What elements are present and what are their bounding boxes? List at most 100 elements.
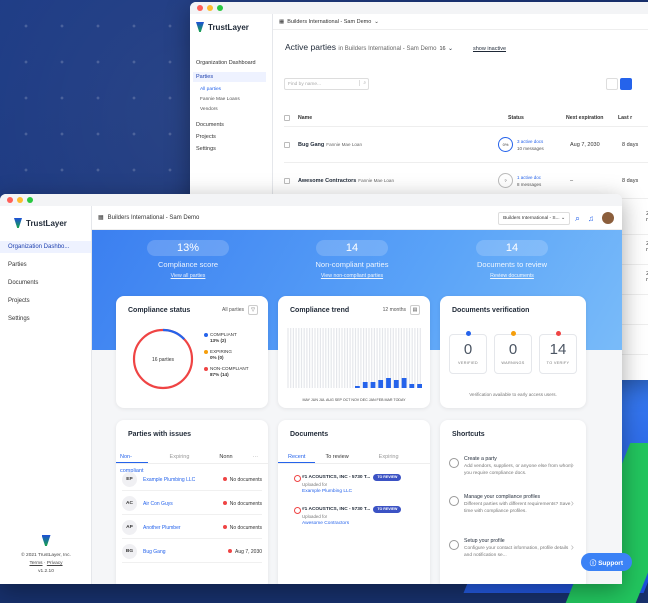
parties-with-issues-card: Parties with issues Non-compliant Expirin… — [116, 420, 268, 584]
shortcut-setup-profile[interactable]: Setup your profile Configure your contact… — [449, 538, 574, 559]
tab-expiring[interactable]: Expiring — [160, 450, 200, 463]
trend-bar — [409, 384, 415, 388]
trend-bar — [401, 378, 407, 388]
show-inactive-link[interactable]: show inactive — [473, 46, 506, 52]
nav-projects[interactable]: Projects — [0, 295, 91, 307]
view-non-compliant-link[interactable]: View non-compliant parties — [272, 273, 432, 279]
nav-organization-dashboard[interactable]: Organization Dashboard — [196, 60, 266, 66]
view-all-parties-link[interactable]: View all parties — [108, 273, 268, 279]
trend-bar — [355, 386, 360, 388]
privacy-link[interactable]: Privacy — [47, 561, 63, 566]
close-dot[interactable] — [197, 5, 203, 11]
logo: TrustLayer — [196, 22, 266, 32]
range-select[interactable]: 12 months — [383, 307, 406, 313]
list-view-button[interactable] — [620, 78, 632, 90]
tab-nonn[interactable]: Nonn — [199, 450, 242, 463]
minimize-dot[interactable] — [17, 197, 23, 203]
status-badge: Aug 7, 2030 — [228, 549, 262, 555]
trend-bar — [386, 378, 391, 388]
search-input[interactable]: Find by name... ⌕ — [284, 78, 369, 90]
tab-recent[interactable]: Recent — [278, 450, 316, 463]
tab-expiring[interactable]: Expiring — [369, 450, 409, 463]
hero-compliance-score: 13% Compliance score View all parties — [108, 238, 268, 279]
grid-view-button[interactable] — [606, 78, 618, 90]
nav-all-parties[interactable]: All parties — [200, 87, 266, 92]
avatar[interactable] — [602, 212, 614, 224]
trend-chart — [287, 328, 422, 388]
documents-tabs: Recent To review Expiring — [278, 450, 430, 464]
help-icon: ⓘ — [589, 560, 599, 567]
nav-documents[interactable]: Documents — [0, 277, 91, 289]
tab-non-compliant[interactable]: Non-compliant — [116, 450, 148, 474]
chevron-down-icon[interactable]: ⌄ — [448, 46, 453, 52]
compliance-status-card: Compliance status All parties ▽ 16 partie… — [116, 296, 268, 408]
filter-icon[interactable]: ▽ — [248, 305, 258, 315]
maximize-dot[interactable] — [27, 197, 33, 203]
row-checkbox[interactable] — [284, 177, 290, 184]
org-select[interactable]: Builders International - S... ⌄ — [498, 212, 570, 225]
compliance-donut: 16 parties — [132, 328, 194, 390]
shortcut-create-party[interactable]: Create a party Add vendors, suppliers, or… — [449, 456, 574, 477]
close-dot[interactable] — [7, 197, 13, 203]
status-badge: No documents — [223, 501, 262, 507]
list-item[interactable]: AC Air Con Guys No documents — [122, 493, 262, 515]
nav-settings[interactable]: Settings — [196, 146, 266, 152]
minimize-dot[interactable] — [207, 5, 213, 11]
status-badge: TO REVIEW — [373, 474, 402, 481]
issues-tabs: Non-compliant Expiring Nonn ··· — [116, 450, 269, 474]
table-header: Name Status Next expiration Last r — [284, 109, 648, 127]
main: ▦ Builders International - Sam Demo Build… — [92, 206, 622, 584]
hero-non-compliant: 14 Non-compliant parties View non-complian… — [272, 238, 432, 279]
row-checkbox[interactable] — [284, 141, 290, 148]
tab-to-review[interactable]: To review — [315, 450, 358, 463]
nav-vendors[interactable]: Vendors — [200, 107, 266, 112]
list-item[interactable]: AP Another Plumber No documents — [122, 517, 262, 539]
shortcuts-card: Shortcuts Create a party Add vendors, sup… — [440, 420, 586, 584]
building-icon: ▦ — [279, 18, 285, 25]
org-name[interactable]: Builders International - Sam Demo — [287, 19, 371, 25]
title-bar — [0, 194, 622, 206]
to-verify-box[interactable]: 14 TO VERIFY — [539, 331, 577, 374]
shortcut-compliance-profiles[interactable]: Manage your compliance profiles Different… — [449, 494, 574, 515]
header: ▦ Builders International - Sam Demo Build… — [92, 206, 622, 230]
nav-documents[interactable]: Documents — [196, 122, 266, 128]
legend-expiring: EXPIRING 0% (0) — [204, 349, 249, 361]
nav-parties[interactable]: Parties — [0, 259, 91, 271]
document-item[interactable]: #1 ACOUSTICS, INC - 5730 T... TO REVIEW Up… — [294, 506, 424, 527]
filter-select[interactable]: All parties — [222, 307, 244, 313]
sidebar: TrustLayer Organization Dashbo... Partie… — [0, 206, 92, 584]
nav-fannie-mae-loans[interactable]: Fannie Mae Loans — [200, 97, 266, 102]
search-icon[interactable]: ⌕ — [575, 213, 580, 224]
document-item[interactable]: #1 ACOUSTICS, INC - 5730 T... TO REVIEW Up… — [294, 474, 424, 495]
documents-verification-card: Documents verification 0 VERIFIED 0 WARNIN… — [440, 296, 586, 408]
trend-months: MAY JUN JUL AUG SEP OCT NOV DEC JAN FEB … — [302, 398, 406, 402]
avatar: EP — [122, 472, 137, 487]
nav-settings[interactable]: Settings — [0, 313, 91, 325]
compliance-gauge: ? — [498, 173, 513, 188]
nav-projects[interactable]: Projects — [196, 134, 266, 140]
front-window: TrustLayer Organization Dashbo... Partie… — [0, 194, 622, 584]
chevron-down-icon[interactable]: ⌄ — [374, 19, 379, 25]
nav-organization-dashboard[interactable]: Organization Dashbo... — [0, 241, 91, 253]
select-all-checkbox[interactable] — [284, 114, 290, 121]
table-row[interactable]: Bug Gang Fannie Mae Loan 0% 3 active docs… — [284, 127, 648, 163]
review-documents-link[interactable]: Review documents — [432, 273, 592, 279]
status-badge: No documents — [223, 477, 262, 483]
nav-parties[interactable]: Parties — [193, 72, 266, 82]
avatar: BG — [122, 544, 137, 559]
calendar-icon[interactable]: ▤ — [410, 305, 420, 315]
verified-box[interactable]: 0 VERIFIED — [449, 331, 487, 374]
donut-center-label: 16 parties — [152, 357, 174, 363]
more-icon[interactable]: ··· — [243, 450, 269, 463]
bell-icon[interactable]: ♫ — [588, 214, 594, 223]
org-name: Builders International - Sam Demo — [107, 214, 200, 221]
maximize-dot[interactable] — [217, 5, 223, 11]
terms-link[interactable]: Terms — [29, 561, 42, 566]
logo-icon — [196, 22, 204, 32]
page-title: Active parties in Builders International… — [285, 42, 507, 52]
support-button[interactable]: ⓘ Support — [580, 553, 632, 571]
trend-bar — [362, 382, 368, 388]
list-item[interactable]: EP Example Plumbing LLC No documents — [122, 469, 262, 491]
warnings-box[interactable]: 0 WARNINGS — [494, 331, 532, 374]
list-item[interactable]: BG Bug Gang Aug 7, 2030 — [122, 541, 262, 563]
